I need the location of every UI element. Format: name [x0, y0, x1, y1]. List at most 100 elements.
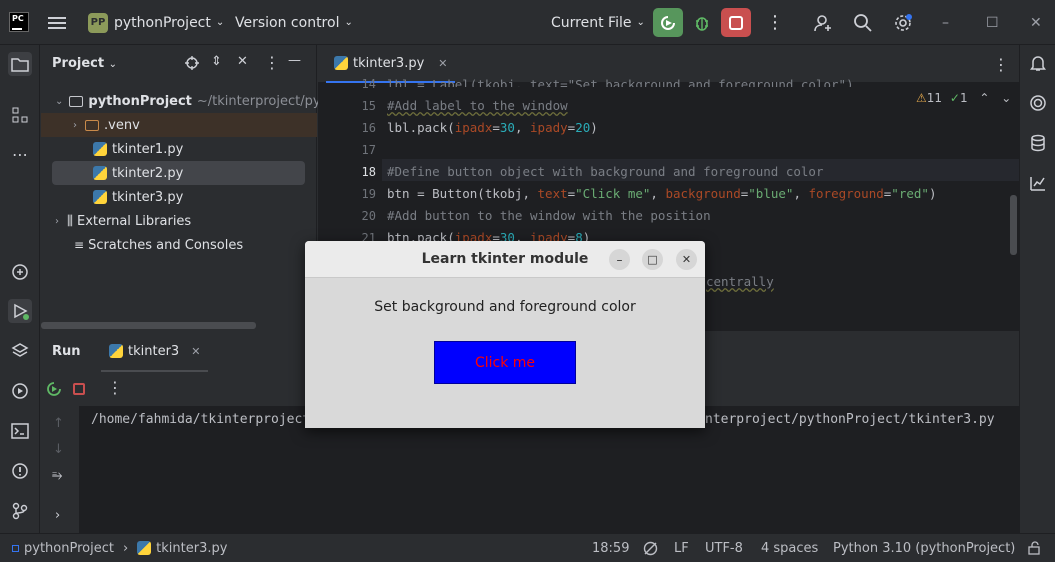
code-line[interactable]: lbl = Label(tkobj, text="Set background … [387, 77, 854, 87]
services-tool-icon[interactable] [8, 379, 32, 403]
root-path: ~/tkinterproject/pyth [196, 93, 334, 109]
structure-tool-icon[interactable] [8, 103, 32, 127]
tk-maximize-button[interactable]: □ [642, 249, 663, 270]
terminal-tool-icon[interactable] [8, 419, 32, 443]
chevron-right-icon: › [55, 215, 59, 227]
right-tool-strip [1019, 45, 1055, 533]
close-tab-icon[interactable]: ✕ [191, 345, 200, 358]
code-line[interactable]: #Add button to the window with the posit… [387, 208, 711, 223]
tree-item-tkinter1[interactable]: tkinter1.py [93, 137, 183, 161]
settings-button[interactable] [893, 0, 913, 45]
project-panel: Project ⌄ ⇕ ✕ ⋮ — ⌄ pythonProject ~/tkin… [41, 45, 334, 331]
expand-all-icon[interactable]: ⇕ [211, 54, 222, 69]
module-icon [12, 544, 19, 552]
tkinter-window: Learn tkinter module – □ ✕ Set backgroun… [305, 241, 705, 428]
ai-assistant-icon[interactable] [1026, 91, 1050, 115]
gear-icon [895, 13, 912, 31]
prev-highlight-icon[interactable]: ⌃ [979, 91, 989, 105]
code-line[interactable]: btn = Button(tkobj, text="Click me", bac… [387, 186, 936, 201]
rerun-icon[interactable] [46, 381, 62, 401]
folder-icon [85, 119, 99, 131]
tree-item-venv[interactable]: › .venv [41, 113, 317, 137]
arrow-up-icon[interactable]: ↑ [53, 416, 64, 431]
file-encoding[interactable]: UTF-8 [705, 534, 743, 562]
project-panel-title[interactable]: Project ⌄ [52, 56, 117, 71]
project-switcher[interactable]: PP pythonProject ⌄ [88, 0, 224, 45]
project-scrollbar[interactable] [41, 322, 256, 329]
database-icon[interactable] [1026, 131, 1050, 155]
more-tools-icon[interactable]: ⋯ [8, 142, 32, 166]
code-line[interactable]: #Define button object with background an… [387, 164, 824, 179]
lock-icon[interactable] [1027, 534, 1041, 562]
locate-icon[interactable] [184, 55, 200, 71]
code-line[interactable]: centrally [706, 274, 774, 289]
chevron-down-icon: ⌄ [344, 17, 353, 28]
close-tab-icon[interactable]: ✕ [438, 57, 447, 70]
folder-icon [69, 95, 84, 107]
run-tab-label: tkinter3 [128, 343, 180, 359]
tree-item-external-libraries[interactable]: › ⫼ External Libraries [55, 209, 191, 233]
line-number: 17 [361, 143, 376, 157]
tree-item-tkinter3[interactable]: tkinter3.py [93, 185, 183, 209]
version-control-menu[interactable]: Version control ⌄ [235, 0, 353, 45]
line-number: 15 [361, 99, 376, 113]
tree-item-scratches[interactable]: ≡ Scratches and Consoles [74, 233, 243, 257]
sciview-icon[interactable] [1026, 171, 1050, 195]
more-actions-icon[interactable]: ⋮ [766, 0, 784, 45]
inspection-widget[interactable]: ⚠11 ✓1 ⌃ ⌄ [916, 91, 1011, 105]
run-tab[interactable]: tkinter3 ✕ [101, 332, 209, 372]
code-line[interactable]: lbl.pack(ipadx=30, ipady=20) [387, 120, 598, 135]
check-count: 1 [959, 91, 968, 105]
run-tool-icon[interactable] [8, 299, 32, 323]
close-window-button[interactable]: ✕ [1030, 0, 1042, 45]
line-number: 14 [361, 77, 376, 91]
run-config-selector[interactable]: Current File ⌄ [551, 0, 645, 45]
chevron-right-icon: › [73, 119, 77, 131]
click-me-button[interactable]: Click me [434, 341, 576, 384]
tkinter-window-titlebar[interactable]: Learn tkinter module – □ ✕ [305, 241, 705, 278]
project-tool-icon[interactable] [8, 52, 32, 76]
next-highlight-icon[interactable]: ⌄ [1001, 91, 1011, 105]
collapse-all-icon[interactable]: ✕ [237, 54, 248, 69]
stop-button[interactable] [721, 8, 751, 37]
add-user-button[interactable] [813, 0, 833, 45]
options-icon[interactable]: ⋮ [264, 53, 280, 72]
tree-item-tkinter2[interactable]: tkinter2.py [52, 161, 305, 185]
hide-panel-icon[interactable]: — [288, 53, 301, 68]
no-inspections-icon[interactable] [643, 534, 658, 562]
caret-position[interactable]: 18:59 [592, 534, 629, 562]
scratches-icon: ≡ [74, 238, 85, 252]
search-button[interactable] [853, 0, 873, 45]
notifications-icon[interactable] [1026, 51, 1050, 75]
chevron-right-icon[interactable]: › [55, 508, 60, 523]
main-menu-button[interactable] [48, 0, 66, 45]
stop-icon[interactable] [73, 383, 85, 395]
tab-options-icon[interactable]: ⋮ [993, 55, 1009, 74]
tk-close-button[interactable]: ✕ [676, 249, 697, 270]
layers-tool-icon[interactable] [8, 339, 32, 363]
title-bar: PC PP pythonProject ⌄ Version control ⌄ … [0, 0, 1055, 45]
indent-setting[interactable]: 4 spaces [761, 534, 818, 562]
git-tool-icon[interactable] [8, 499, 32, 523]
problems-tool-icon[interactable] [8, 459, 32, 483]
tk-minimize-button[interactable]: – [609, 249, 630, 270]
arrow-down-icon[interactable]: ↓ [53, 442, 64, 457]
python-file-icon [109, 344, 123, 358]
soft-wrap-icon[interactable]: ⥱ [52, 468, 62, 483]
tree-root[interactable]: ⌄ pythonProject ~/tkinterproject/pyth [55, 89, 334, 113]
python-console-icon[interactable] [8, 260, 32, 284]
project-name: pythonProject [114, 14, 211, 31]
maximize-window-button[interactable]: ☐ [986, 0, 999, 45]
breadcrumb-file[interactable]: tkinter3.py [156, 541, 227, 556]
line-separator[interactable]: LF [674, 534, 689, 562]
editor-scrollbar[interactable] [1010, 195, 1017, 255]
library-icon: ⫼ [67, 213, 73, 229]
python-file-icon [93, 190, 107, 204]
code-line[interactable]: #Add label to the window [387, 98, 568, 113]
more-actions-icon[interactable]: ⋮ [107, 378, 123, 397]
debug-button[interactable] [693, 0, 711, 45]
python-interpreter[interactable]: Python 3.10 (pythonProject) [833, 534, 1015, 562]
breadcrumb-project[interactable]: pythonProject [24, 541, 114, 556]
minimize-window-button[interactable]: – [942, 0, 949, 45]
rerun-button[interactable] [653, 8, 683, 37]
